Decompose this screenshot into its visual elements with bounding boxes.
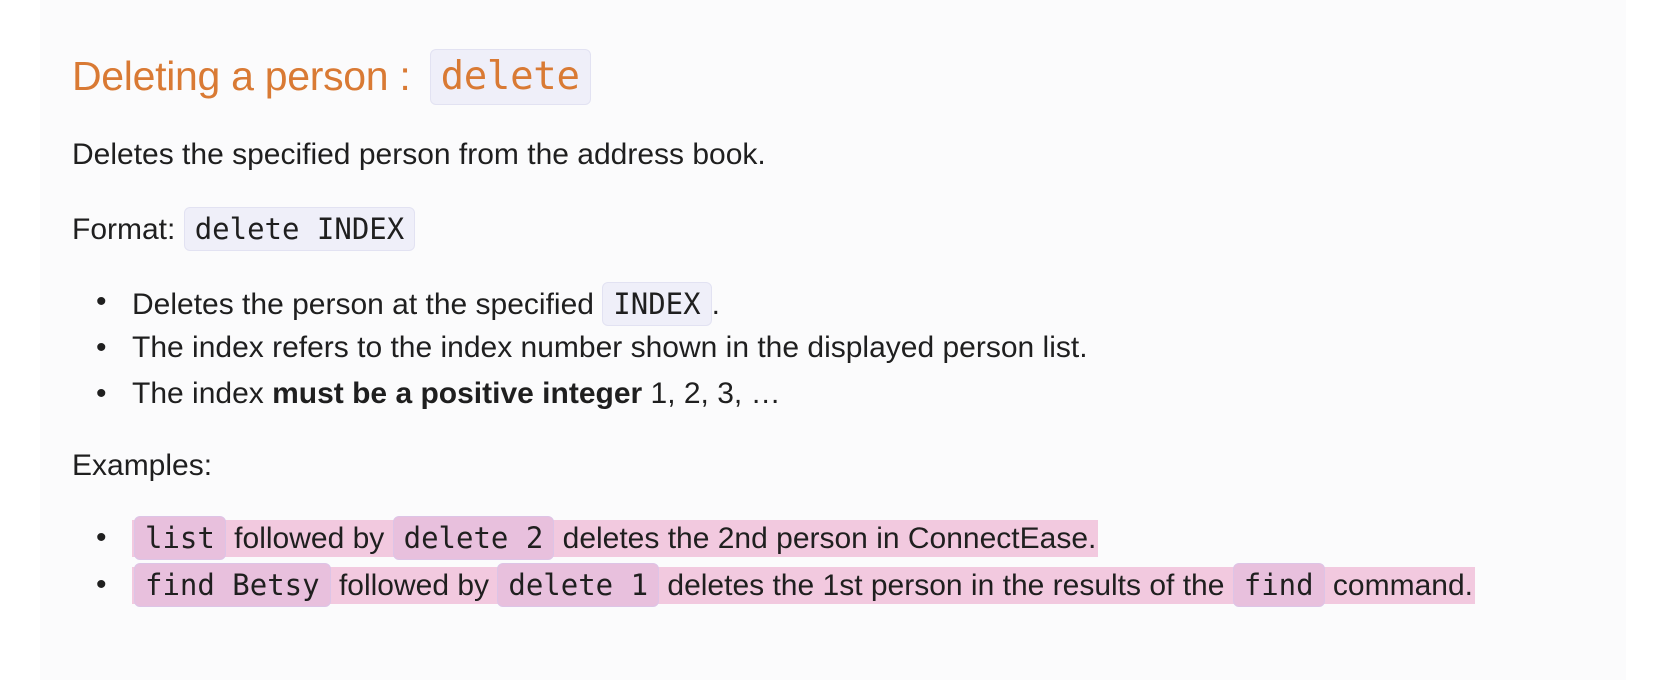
example-text: followed by [330,569,498,602]
format-line: Format: delete INDEX [72,207,416,251]
highlighted-example: list followed by delete 2 deletes the 2n… [132,516,1099,560]
example-code: find Betsy [134,563,331,607]
notes-list: • Deletes the person at the specified IND… [72,282,1088,420]
format-code: delete INDEX [183,207,416,251]
emphasis-text: must be a positive integer [272,377,643,410]
example-text: deletes the 2nd person in ConnectEase. [554,522,1097,555]
example-text: followed by [225,522,393,555]
example-text: deletes the 1st person in the results of… [659,569,1233,602]
example-code: list [134,516,226,560]
section-heading: Deleting a person : delete [72,46,591,106]
index-code: INDEX [602,282,712,326]
heading-command-code: delete [429,49,591,105]
bullet: • [96,331,107,364]
list-item: • The index must be a positive integer 1,… [72,374,1088,420]
bullet: • [96,285,107,318]
example-code: find [1232,563,1325,607]
example-code: delete 1 [497,563,660,607]
bullet: • [96,568,107,601]
note-text: . [711,288,720,321]
note-text: The index refers to the index number sho… [132,331,1088,364]
bullet: • [96,377,107,410]
examples-list: • list followed by delete 2 deletes the 2… [72,516,1475,610]
format-label: Format: [72,213,184,246]
list-item: • find Betsy followed by delete 1 deletes… [72,563,1475,610]
section-heading-text: Deleting a person : [72,53,422,99]
note-text: The index [132,377,273,410]
examples-label: Examples: [72,449,213,482]
bullet: • [96,521,107,554]
list-item: • The index refers to the index number sh… [72,328,1088,374]
command-description: Deletes the specified person from the ad… [72,138,766,171]
list-item: • Deletes the person at the specified IND… [72,282,1088,328]
highlighted-example: find Betsy followed by delete 1 deletes … [132,563,1475,607]
example-code: delete 2 [392,516,555,560]
note-text: Deletes the person at the specified [132,288,603,321]
note-text: 1, 2, 3, … [642,377,781,410]
list-item: • list followed by delete 2 deletes the 2… [72,516,1475,563]
document-page: Deleting a person : delete Deletes the s… [40,0,1626,680]
example-text: command. [1324,569,1473,602]
